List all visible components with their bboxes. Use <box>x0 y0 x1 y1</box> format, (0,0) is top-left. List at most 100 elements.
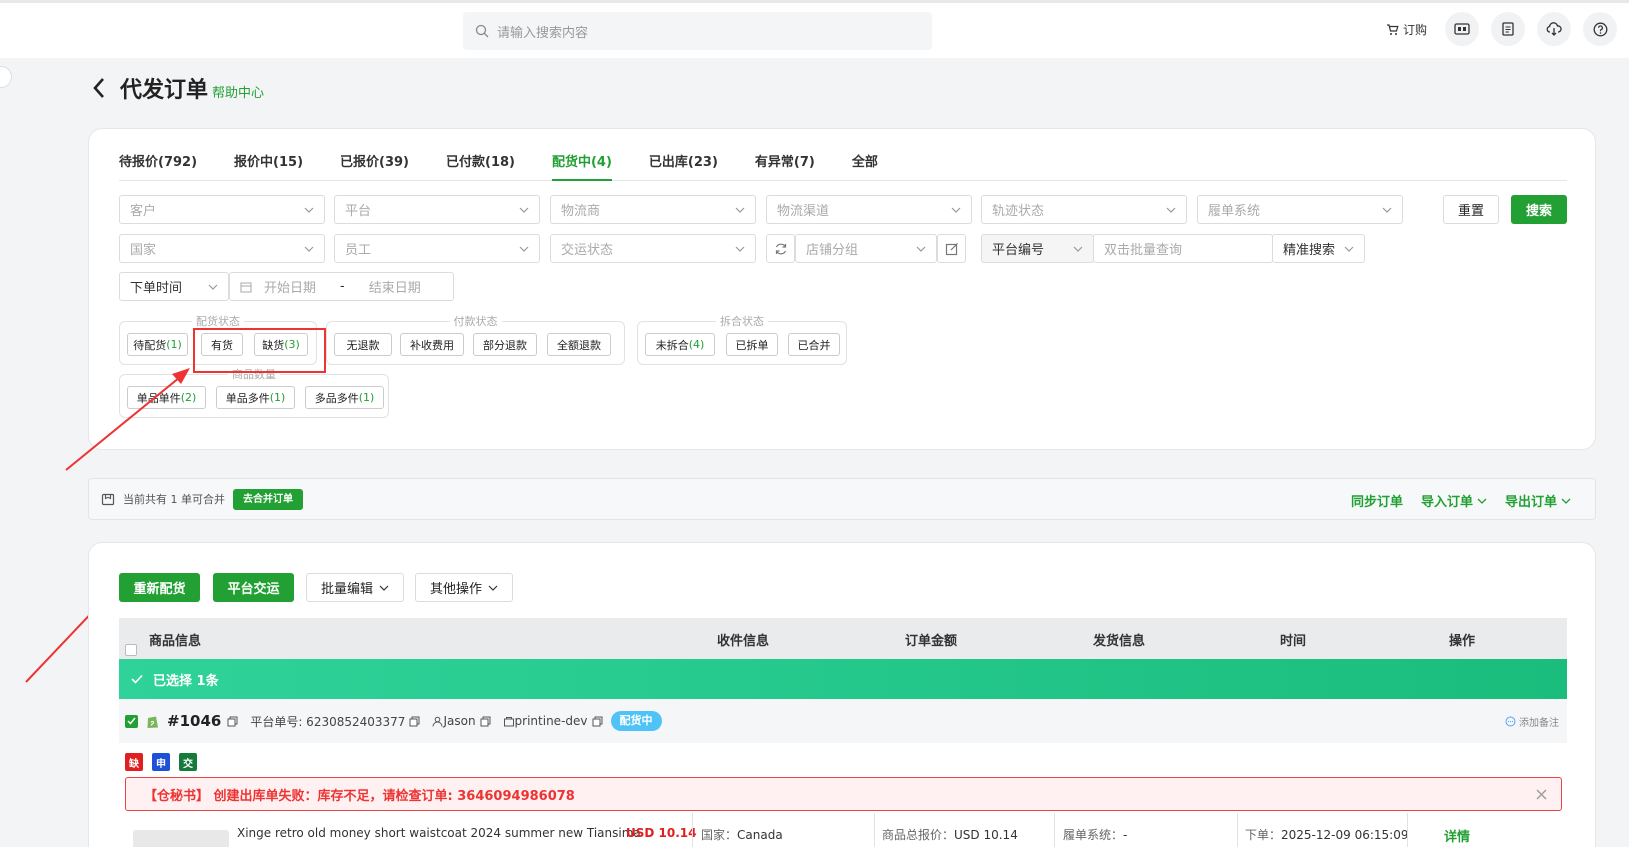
copy-icon[interactable] <box>409 716 420 727</box>
tag-delivery: 交 <box>179 753 197 771</box>
chip-multi-multi[interactable]: 多品多件 (1) <box>305 386 384 409</box>
order-time-info: 下单：2025-12-09 06:15:09 <box>1245 826 1408 843</box>
date-range-input[interactable]: 开始日期 - 结束日期 <box>229 272 454 301</box>
calendar-icon <box>240 282 252 292</box>
platform-no-select-label: 平台编号 <box>992 243 1045 258</box>
merge-orders-button[interactable]: 去合并订单 <box>233 488 303 510</box>
platform-order-no: 平台单号: 6230852403377 <box>250 714 406 729</box>
chevron-down-icon <box>1166 207 1176 213</box>
chip-partial-refund[interactable]: 部分退款 <box>473 333 537 356</box>
fulfill-system-select[interactable]: 履单系统 <box>1197 195 1403 224</box>
copy-icon[interactable] <box>592 716 603 727</box>
tab-quoted[interactable]: 已报价(39) <box>340 153 409 181</box>
end-date-placeholder: 结束日期 <box>368 281 421 296</box>
sync-orders-label: 同步订单 <box>1350 495 1403 510</box>
reset-button[interactable]: 重置 <box>1443 195 1499 224</box>
chip-count: (1) <box>358 391 375 404</box>
chevron-down-icon <box>1073 246 1083 252</box>
detail-link[interactable]: 详情 <box>1444 826 1470 845</box>
edit-group-button[interactable] <box>937 234 966 263</box>
tab-exception[interactable]: 有异常(7) <box>755 153 815 181</box>
status-tabs: 待报价(792) 报价中(15) 已报价(39) 已付款(18) 配货中(4) … <box>119 153 1567 181</box>
refresh-icon <box>775 243 786 254</box>
precise-search-select[interactable]: 精准搜索 <box>1272 234 1365 263</box>
chevron-down-icon <box>735 246 745 252</box>
select-all-checkbox[interactable] <box>125 644 137 656</box>
tab-paid[interactable]: 已付款(18) <box>446 153 515 181</box>
page-header: 代发订单 帮助中心 <box>92 72 264 104</box>
platform-delivery-button[interactable]: 平台交运 <box>213 573 294 602</box>
batch-query-placeholder: 双击批量查询 <box>1104 243 1183 258</box>
chip-merged[interactable]: 已合并 <box>788 333 840 356</box>
sync-orders-link[interactable]: 同步订单 <box>1351 491 1403 510</box>
help-center-link[interactable]: 帮助中心 <box>212 82 264 101</box>
reallocate-button[interactable]: 重新配货 <box>119 573 200 602</box>
sidebar-toggle[interactable] <box>0 66 12 88</box>
cart-icon <box>1386 23 1399 35</box>
add-remark-link[interactable]: 添加备注 <box>1505 714 1559 729</box>
chip-single-multi[interactable]: 单品多件 (1) <box>216 386 295 409</box>
close-icon[interactable] <box>1536 789 1547 800</box>
tab-pending-quote[interactable]: 待报价(792) <box>119 153 197 181</box>
customer-select[interactable]: 客户 <box>119 195 325 224</box>
column-amount: 订单金额 <box>905 634 958 649</box>
tab-allocating[interactable]: 配货中(4) <box>551 153 612 181</box>
other-actions-dropdown[interactable]: 其他操作 <box>415 573 513 602</box>
cloud-download-button[interactable] <box>1537 12 1571 46</box>
chevron-down-icon <box>1344 246 1354 252</box>
tab-quoting[interactable]: 报价中(15) <box>234 153 303 181</box>
column-actions: 操作 <box>1449 634 1476 649</box>
product-thumbnail[interactable] <box>133 830 229 847</box>
tab-all[interactable]: 全部 <box>852 153 878 181</box>
search-button[interactable]: 搜索 <box>1511 195 1567 224</box>
back-arrow-icon[interactable] <box>92 77 106 99</box>
country-select-label: 国家 <box>130 243 157 258</box>
chip-unsplit[interactable]: 未拆合 (4) <box>645 333 715 356</box>
tab-shipped[interactable]: 已出库(23) <box>649 153 718 181</box>
track-status-select[interactable]: 轨迹状态 <box>981 195 1187 224</box>
fulfill-label: 履单系统： <box>1063 828 1124 842</box>
chip-full-refund[interactable]: 全额退款 <box>547 333 611 356</box>
logistics-select[interactable]: 物流商 <box>550 195 756 224</box>
import-orders-dropdown[interactable]: 导入订单 <box>1421 491 1487 510</box>
store-group-select[interactable]: 店铺分组 <box>795 234 937 263</box>
batch-query-input[interactable]: 双击批量查询 <box>1093 234 1273 263</box>
order-link[interactable]: 订购 <box>1386 21 1427 38</box>
chip-no-refund[interactable]: 无退款 <box>334 333 392 356</box>
app-button[interactable] <box>1445 12 1479 46</box>
chip-label: 多品多件 <box>314 391 359 405</box>
chip-single-single[interactable]: 单品单件 (2) <box>127 386 206 409</box>
product-title[interactable]: Xinge retro old money short waistcoat 20… <box>237 826 641 840</box>
copy-icon[interactable] <box>227 716 238 727</box>
help-button[interactable] <box>1583 12 1617 46</box>
country-select[interactable]: 国家 <box>119 234 325 263</box>
chip-split[interactable]: 已拆单 <box>726 333 778 356</box>
chevron-down-icon <box>304 207 314 213</box>
order-tags: 缺 申 交 <box>125 753 206 771</box>
channel-select[interactable]: 物流渠道 <box>766 195 972 224</box>
platform-no-select[interactable]: 平台编号 <box>981 234 1094 263</box>
order-checkbox[interactable] <box>125 714 138 728</box>
time-type-label: 下单时间 <box>130 281 183 296</box>
chevron-down-icon <box>735 207 745 213</box>
delivery-status-select[interactable]: 交运状态 <box>550 234 756 263</box>
fulfill-system-select-label: 履单系统 <box>1208 204 1261 219</box>
export-orders-dropdown[interactable]: 导出订单 <box>1505 491 1571 510</box>
chip-pending-allocation[interactable]: 待配货 (1) <box>127 333 188 356</box>
document-button[interactable] <box>1491 12 1525 46</box>
top-bar: 请输入搜索内容 订购 <box>0 0 1629 58</box>
recipient-country: 国家：Canada <box>701 826 783 843</box>
refresh-button[interactable] <box>766 234 795 263</box>
copy-icon[interactable] <box>480 716 491 727</box>
batch-edit-dropdown[interactable]: 批量编辑 <box>306 573 404 602</box>
order-number[interactable]: #1046 <box>167 712 221 730</box>
chip-label: 单品多件 <box>225 391 270 405</box>
fulfill-system-info: 履单系统：- <box>1063 826 1127 843</box>
global-search-input[interactable]: 请输入搜索内容 <box>463 12 932 50</box>
chip-extra-charge[interactable]: 补收费用 <box>400 333 464 356</box>
shopify-icon <box>147 716 158 728</box>
platform-select[interactable]: 平台 <box>334 195 540 224</box>
time-type-select[interactable]: 下单时间 <box>119 272 229 301</box>
staff-select[interactable]: 员工 <box>334 234 540 263</box>
chevron-down-icon <box>1477 498 1487 504</box>
